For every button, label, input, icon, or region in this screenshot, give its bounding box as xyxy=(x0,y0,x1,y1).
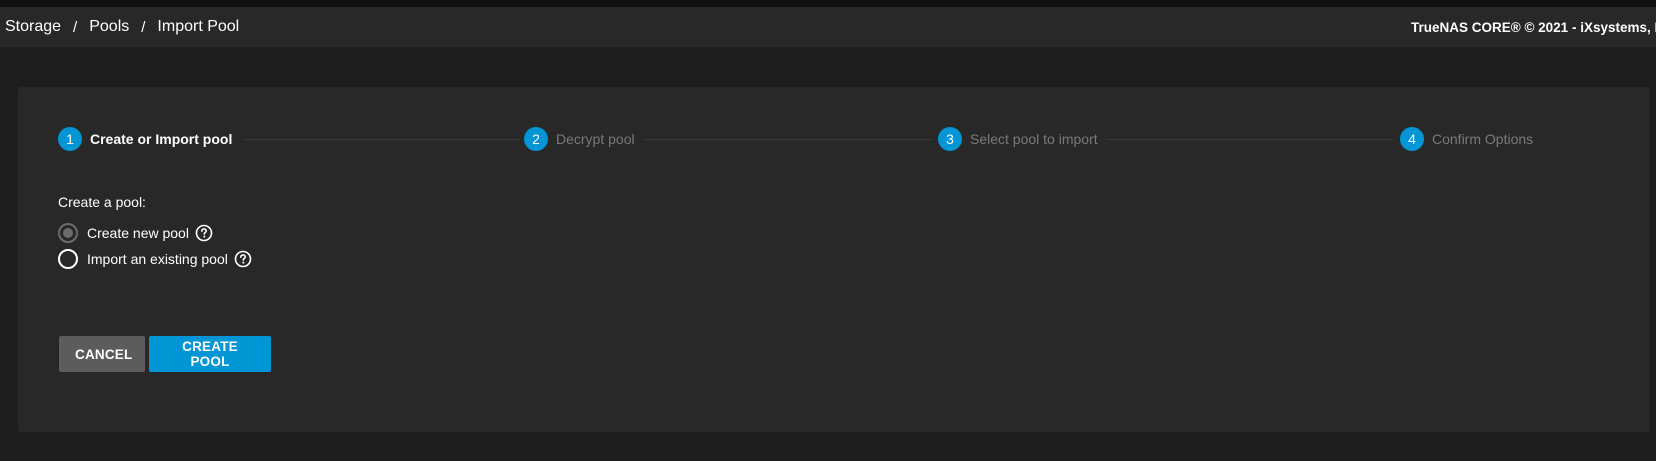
step-number-3: 3 xyxy=(938,127,962,151)
step-confirm-options[interactable]: 4 Confirm Options xyxy=(1400,127,1534,151)
step-label: Select pool to import xyxy=(970,131,1098,147)
step-number-4: 4 xyxy=(1400,127,1424,151)
step-label: Create or Import pool xyxy=(90,131,233,147)
step-decrypt-pool[interactable]: 2 Decrypt pool xyxy=(524,127,635,151)
help-icon[interactable] xyxy=(234,250,252,268)
step-select-pool[interactable]: 3 Select pool to import xyxy=(938,127,1098,151)
wizard-stepper: 1 Create or Import pool 2 Decrypt pool 3… xyxy=(58,127,1630,151)
step-number-2: 2 xyxy=(524,127,548,151)
form-actions: CANCEL CREATE POOL xyxy=(59,336,271,372)
import-pool-card: 1 Create or Import pool 2 Decrypt pool 3… xyxy=(18,87,1650,432)
breadcrumb: Storage / Pools / Import Pool xyxy=(5,7,239,47)
step-create-or-import[interactable]: 1 Create or Import pool xyxy=(58,127,233,151)
step-connector xyxy=(244,139,520,140)
top-strip xyxy=(0,0,1656,7)
step-connector xyxy=(644,139,932,140)
radio-import-existing-pool[interactable]: Import an existing pool xyxy=(58,246,252,272)
cancel-button[interactable]: CANCEL xyxy=(59,336,145,372)
step-connector xyxy=(1106,139,1394,140)
breadcrumb-storage[interactable]: Storage xyxy=(5,18,61,36)
copyright-text: TrueNAS CORE® © 2021 - iXsystems, Inc. xyxy=(1411,19,1656,35)
page-header: Storage / Pools / Import Pool TrueNAS CO… xyxy=(0,7,1656,47)
breadcrumb-pools[interactable]: Pools xyxy=(89,18,129,36)
breadcrumb-separator: / xyxy=(141,18,146,36)
radio-create-new-pool[interactable]: Create new pool xyxy=(58,220,252,246)
breadcrumb-import-pool: Import Pool xyxy=(157,18,240,35)
radio-button-checked[interactable] xyxy=(58,223,78,243)
step-label: Decrypt pool xyxy=(556,131,635,147)
radio-button-unchecked[interactable] xyxy=(58,249,78,269)
radio-label: Import an existing pool xyxy=(87,251,228,267)
create-pool-form: Create a pool: Create new pool Import an… xyxy=(58,194,252,272)
help-icon[interactable] xyxy=(195,224,213,242)
step-number-1: 1 xyxy=(58,127,82,151)
breadcrumb-separator: / xyxy=(73,18,78,36)
radio-label: Create new pool xyxy=(87,225,189,241)
create-pool-button[interactable]: CREATE POOL xyxy=(149,336,271,372)
form-label: Create a pool: xyxy=(58,194,146,210)
step-label: Confirm Options xyxy=(1432,131,1534,147)
